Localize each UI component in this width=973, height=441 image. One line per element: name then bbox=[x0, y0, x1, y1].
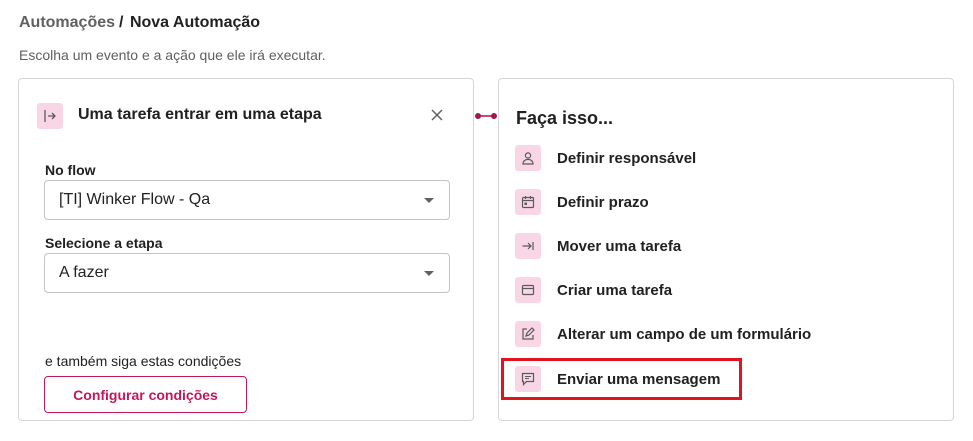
flow-select[interactable]: [TI] Winker Flow - Qa bbox=[44, 180, 450, 220]
action-label: Criar uma tarefa bbox=[557, 281, 673, 299]
action-label: Enviar uma mensagem bbox=[557, 370, 721, 388]
action-definir-prazo[interactable]: Definir prazo bbox=[515, 188, 935, 216]
actions-title: Faça isso... bbox=[516, 108, 614, 128]
chevron-down-icon bbox=[424, 198, 434, 203]
edit-icon bbox=[515, 321, 541, 347]
trigger-title: Uma tarefa entrar em uma etapa bbox=[78, 106, 322, 123]
conditions-text: e também siga estas condições bbox=[45, 353, 242, 369]
card-icon bbox=[515, 277, 541, 303]
close-icon[interactable] bbox=[429, 107, 445, 123]
move-arrow-icon bbox=[515, 233, 541, 259]
stage-select[interactable]: A fazer bbox=[44, 253, 450, 293]
stage-select-value: A fazer bbox=[59, 264, 109, 281]
flow-select-value: [TI] Winker Flow - Qa bbox=[59, 191, 211, 208]
calendar-icon bbox=[515, 189, 541, 215]
breadcrumb: Automações / Nova Automação bbox=[19, 14, 260, 32]
chevron-down-icon bbox=[424, 271, 434, 276]
action-alterar-campo[interactable]: Alterar um campo de um formulário bbox=[515, 320, 935, 348]
action-label: Definir prazo bbox=[557, 193, 649, 211]
trigger-panel: Uma tarefa entrar em uma etapa No flow [… bbox=[18, 78, 474, 421]
action-criar-tarefa[interactable]: Criar uma tarefa bbox=[515, 276, 935, 304]
message-icon bbox=[515, 366, 541, 392]
action-label: Definir responsável bbox=[557, 149, 697, 167]
action-enviar-mensagem[interactable]: Enviar uma mensagem bbox=[515, 365, 935, 393]
breadcrumb-separator: / bbox=[119, 14, 124, 31]
stage-label: Selecione a etapa bbox=[45, 235, 163, 251]
enter-stage-icon bbox=[37, 103, 63, 129]
breadcrumb-automacoes-link[interactable]: Automações bbox=[19, 14, 115, 31]
actions-panel: Faça isso... Definir responsável Definir… bbox=[498, 78, 954, 421]
action-label: Mover uma tarefa bbox=[557, 237, 682, 255]
page-title: Nova Automação bbox=[129, 14, 261, 31]
page-subtitle: Escolha um evento e a ação que ele irá e… bbox=[19, 47, 326, 63]
flow-label: No flow bbox=[45, 162, 96, 178]
person-icon bbox=[515, 145, 541, 171]
connector-icon bbox=[475, 113, 497, 119]
configure-conditions-button[interactable]: Configurar condições bbox=[44, 376, 247, 413]
action-definir-responsavel[interactable]: Definir responsável bbox=[515, 144, 935, 172]
action-mover-tarefa[interactable]: Mover uma tarefa bbox=[515, 232, 935, 260]
action-label: Alterar um campo de um formulário bbox=[557, 325, 812, 343]
